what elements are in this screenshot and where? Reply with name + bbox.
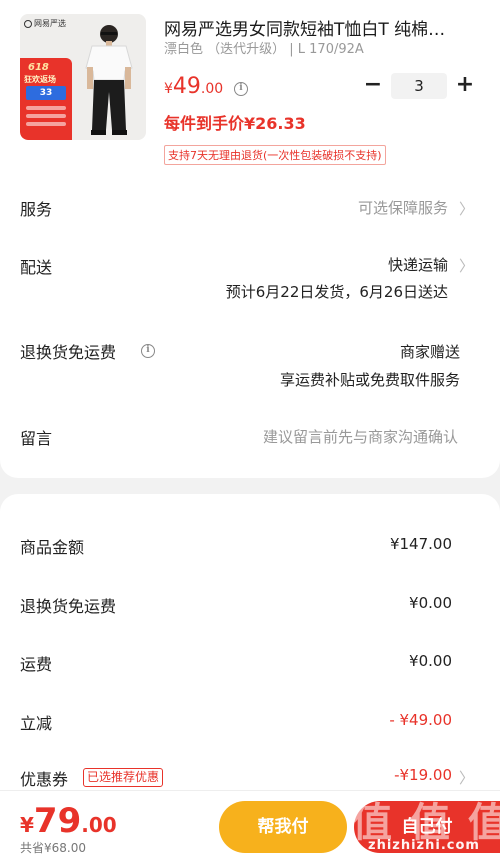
return-fee-value: ¥0.00 (409, 594, 452, 612)
order-summary-card: 商品金额 ¥147.00 退换货免运费 ¥0.00 运费 ¥0.00 立减 - … (0, 494, 500, 794)
model-figure-icon (85, 25, 133, 135)
promo-line (26, 114, 66, 118)
quantity-minus-button[interactable]: − (362, 74, 384, 98)
service-value[interactable]: 可选保障服务 (358, 197, 448, 218)
promo-618-text: 618 (28, 62, 49, 73)
order-item-card: 网易严选 618 狂欢返场 33 网易严选男女同款短袖T恤白T 纯棉… 漂白色 … (0, 0, 500, 478)
brand-logo-icon (24, 19, 32, 28)
product-thumbnail[interactable]: 网易严选 618 狂欢返场 33 (20, 14, 146, 140)
discount-value: - ¥49.00 (389, 711, 452, 729)
total-currency: ¥ (20, 813, 34, 837)
return-shipping-info-icon[interactable]: i (141, 340, 155, 359)
thumbnail-brand: 网易严选 (24, 18, 66, 29)
delivery-method[interactable]: 快递运输 (388, 254, 448, 275)
shipping-value: ¥0.00 (409, 652, 452, 670)
total-saved: 共省¥68.00 (20, 841, 86, 855)
delivery-label: 配送 (20, 258, 53, 277)
service-label: 服务 (20, 200, 53, 219)
thumbnail-brand-text: 网易严选 (34, 19, 66, 28)
watermark-url: zhizhizhi.com (368, 838, 480, 853)
coupon-tag: 已选推荐优惠 (83, 768, 164, 787)
coupon-value[interactable]: -¥19.00 (394, 766, 452, 784)
message-label: 留言 (20, 429, 53, 448)
delivery-estimate: 预计6月22日发货，6月26日送达 (225, 283, 448, 301)
total-price: ¥79.00 (20, 801, 117, 841)
quantity-input[interactable]: 3 (391, 73, 447, 99)
help-me-pay-button[interactable]: 帮我付 (219, 801, 347, 853)
goods-amount-value: ¥147.00 (389, 535, 452, 553)
shipping-label: 运费 (20, 655, 53, 674)
return-policy-tag: 支持7天无理由退货(一次性包装破损不支持) (164, 145, 386, 165)
unit-price: ¥49.00 (164, 74, 223, 99)
total-integer: 79 (33, 801, 82, 841)
promo-line (26, 106, 66, 110)
chevron-right-icon[interactable]: 〉 (459, 255, 474, 276)
message-input[interactable]: 建议留言前先与商家沟通确认 (263, 426, 458, 447)
final-unit-price: 每件到手价¥26.33 (164, 114, 306, 133)
chevron-right-icon[interactable]: 〉 (459, 198, 474, 219)
quantity-plus-button[interactable]: + (454, 74, 476, 98)
chevron-right-icon[interactable]: 〉 (459, 767, 474, 788)
promo-badge-number: 33 (26, 86, 66, 100)
product-spec[interactable]: 漂白色 （迭代升级） | L 170/92A (164, 38, 364, 57)
return-shipping-value: 商家赠送 (399, 343, 460, 361)
total-decimal: .00 (81, 813, 117, 837)
price-decimal: .00 (200, 81, 224, 97)
promo-line (26, 122, 66, 126)
goods-amount-label: 商品金额 (20, 538, 85, 557)
coupon-label: 优惠券 (20, 770, 69, 789)
price-info-icon[interactable]: i (234, 78, 248, 97)
price-integer: 49 (172, 74, 201, 99)
return-shipping-sub: 享运费补贴或免费取件服务 (279, 371, 460, 389)
discount-label: 立减 (20, 714, 53, 733)
promo-badge: 618 狂欢返场 33 (20, 58, 72, 140)
price-currency: ¥ (164, 81, 173, 97)
promo-sub-text: 狂欢返场 (24, 75, 56, 84)
return-fee-label: 退换货免运费 (20, 597, 117, 616)
return-shipping-label: 退换货免运费 (20, 343, 117, 362)
product-title[interactable]: 网易严选男女同款短袖T恤白T 纯棉… (164, 15, 474, 40)
